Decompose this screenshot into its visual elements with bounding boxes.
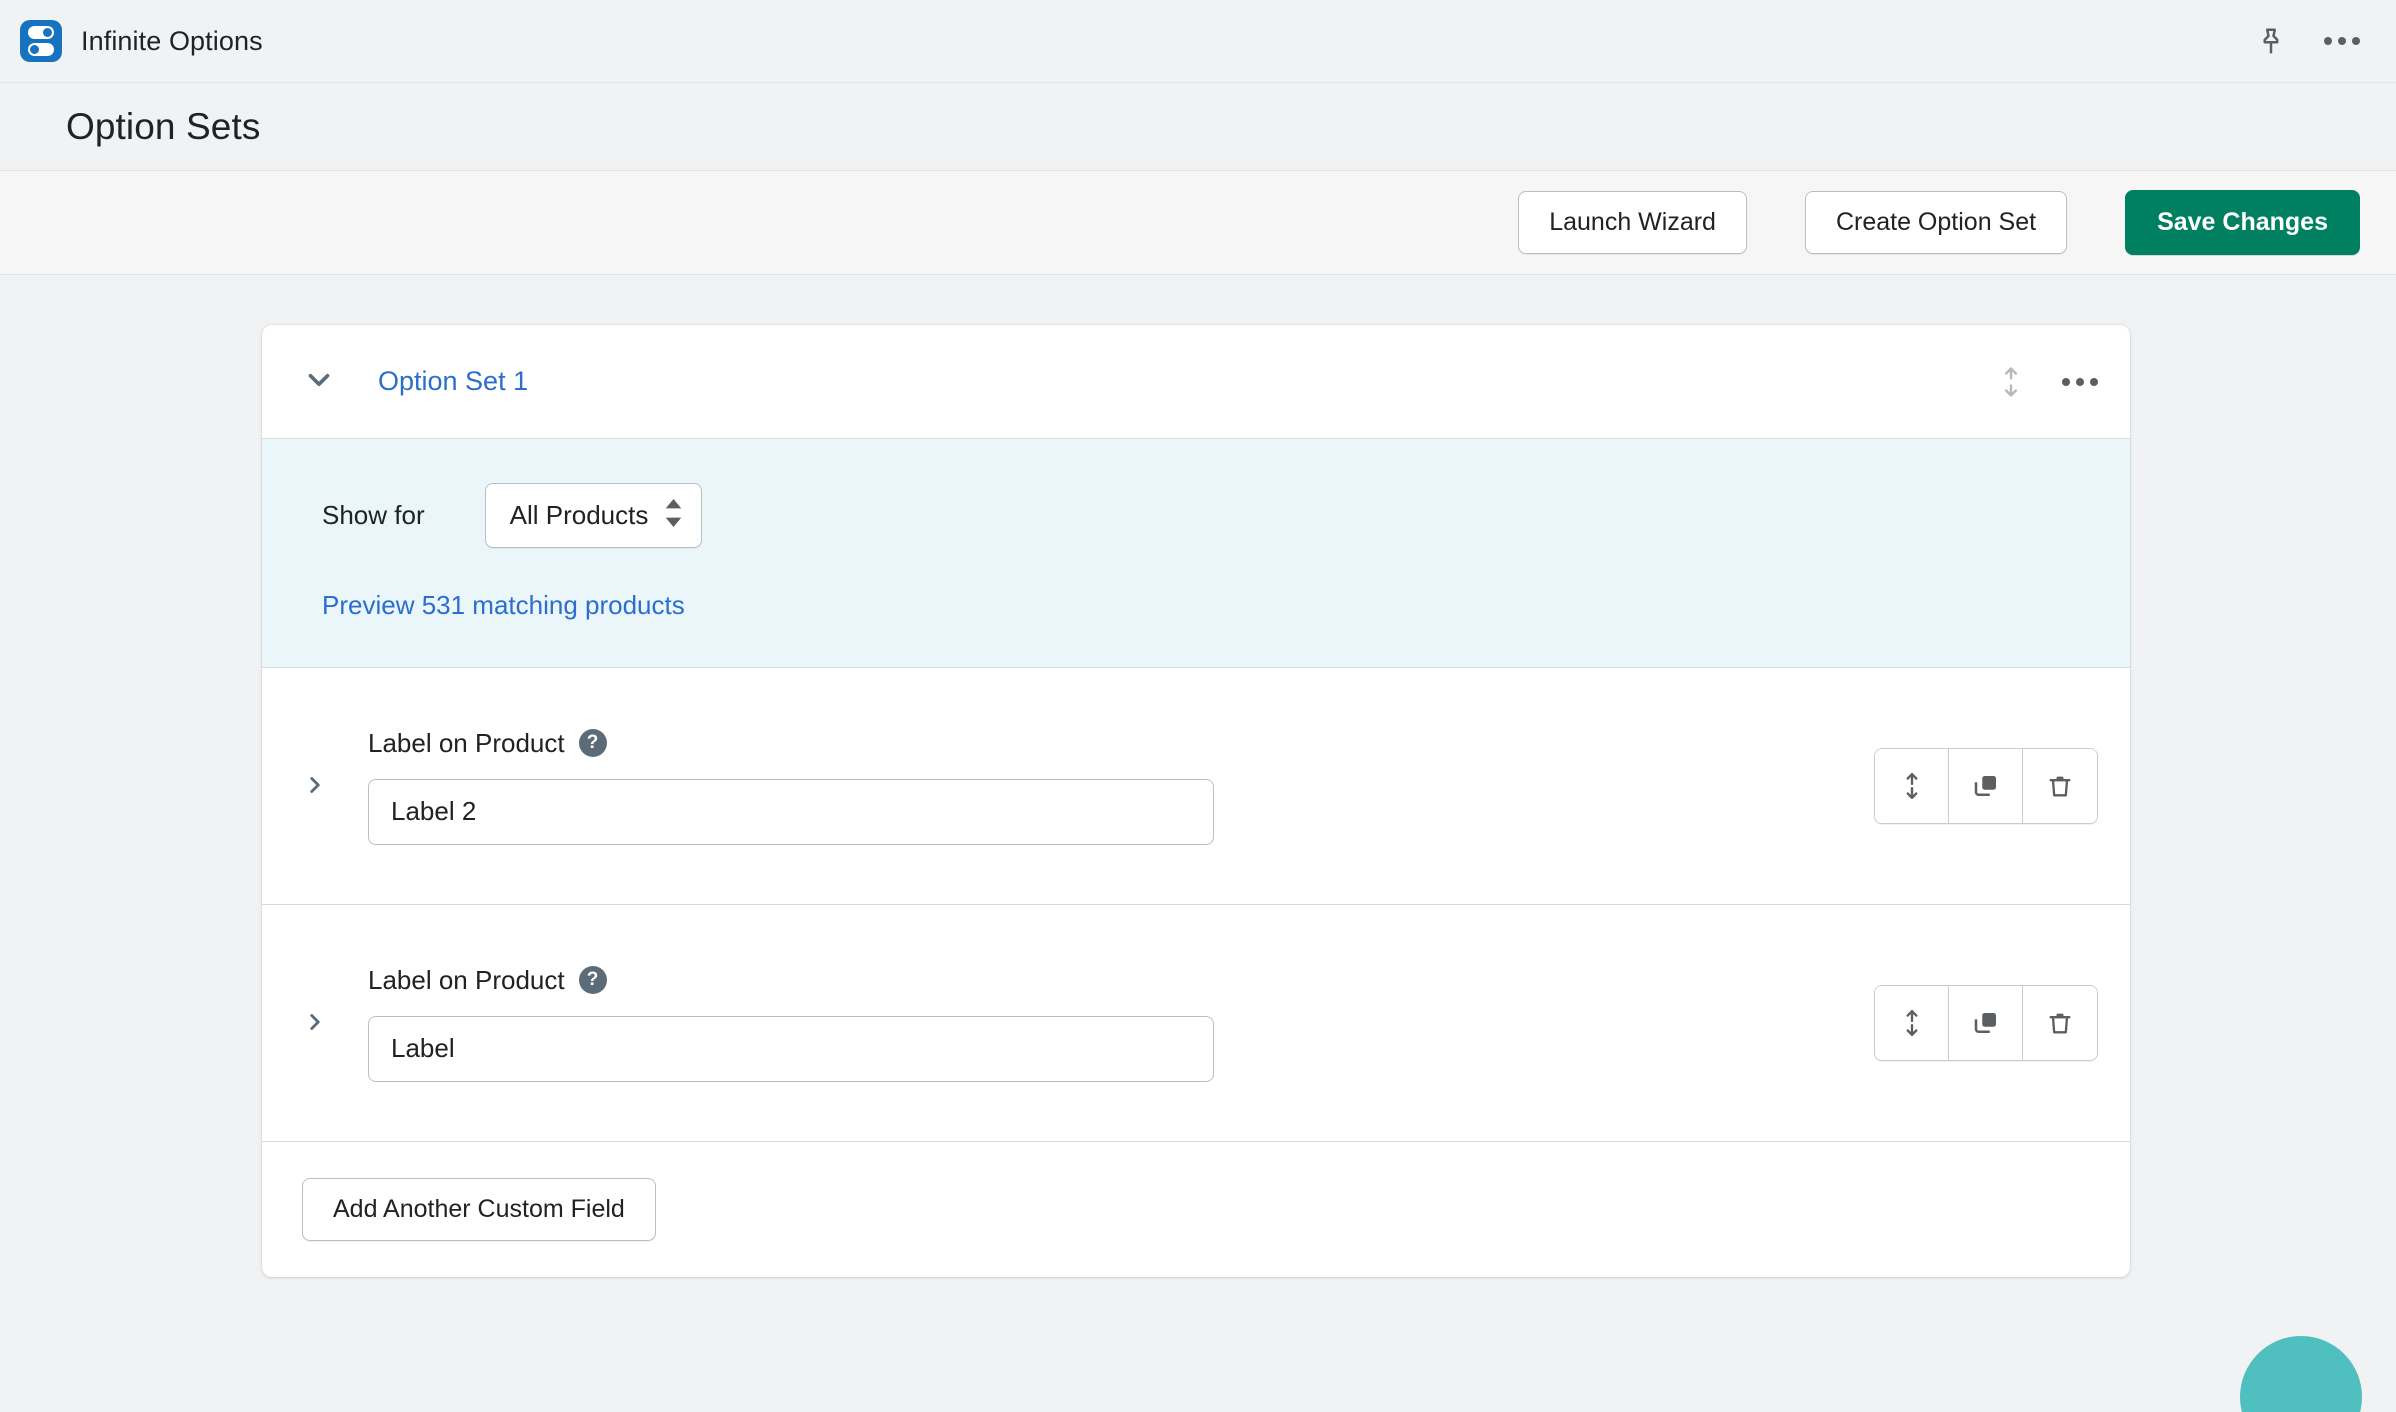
custom-field-main: Label on Product ? bbox=[368, 728, 1214, 845]
custom-field-row: Label on Product ? bbox=[262, 667, 2130, 904]
app-bar-actions bbox=[2256, 26, 2360, 56]
custom-field-actions bbox=[1874, 748, 2098, 824]
chevron-right-icon[interactable] bbox=[288, 995, 342, 1052]
delete-field-button[interactable] bbox=[2023, 986, 2097, 1060]
delete-field-button[interactable] bbox=[2023, 749, 2097, 823]
custom-field-input[interactable] bbox=[368, 779, 1214, 845]
chevron-down-icon[interactable] bbox=[288, 353, 350, 410]
duplicate-field-button[interactable] bbox=[1949, 986, 2023, 1060]
show-for-label: Show for bbox=[322, 500, 425, 531]
custom-field-row: Label on Product ? bbox=[262, 904, 2130, 1141]
custom-field-label-line: Label on Product ? bbox=[368, 965, 1214, 996]
help-circle-icon[interactable]: ? bbox=[579, 966, 607, 994]
more-horizontal-icon[interactable] bbox=[2062, 378, 2098, 386]
custom-field-label: Label on Product bbox=[368, 728, 565, 759]
show-for-section: Show for All Products Preview 531 matchi… bbox=[262, 439, 2130, 667]
logo-toggle-bottom bbox=[28, 43, 54, 56]
app-bar: Infinite Options bbox=[0, 0, 2396, 83]
reorder-field-button[interactable] bbox=[1875, 749, 1949, 823]
preview-matching-products-link[interactable]: Preview 531 matching products bbox=[322, 590, 685, 621]
option-set-card-header: Option Set 1 bbox=[262, 325, 2130, 439]
custom-field-main: Label on Product ? bbox=[368, 965, 1214, 1082]
pin-icon[interactable] bbox=[2256, 26, 2286, 56]
custom-field-input[interactable] bbox=[368, 1016, 1214, 1082]
add-another-custom-field-button[interactable]: Add Another Custom Field bbox=[302, 1178, 656, 1241]
content-area: Option Set 1 Show for All Products bbox=[0, 275, 2396, 1412]
show-for-row: Show for All Products bbox=[262, 483, 2130, 548]
page-action-bar: Launch Wizard Create Option Set Save Cha… bbox=[0, 171, 2396, 275]
option-set-title-link[interactable]: Option Set 1 bbox=[378, 366, 528, 397]
launch-wizard-button[interactable]: Launch Wizard bbox=[1518, 191, 1747, 254]
show-for-select[interactable]: All Products bbox=[485, 483, 703, 548]
create-option-set-button[interactable]: Create Option Set bbox=[1805, 191, 2067, 254]
chevron-right-icon[interactable] bbox=[288, 758, 342, 815]
app-identity: Infinite Options bbox=[20, 20, 263, 62]
page-title-bar: Option Sets bbox=[0, 83, 2396, 171]
option-set-card: Option Set 1 Show for All Products bbox=[262, 325, 2130, 1277]
more-horizontal-icon[interactable] bbox=[2324, 37, 2360, 45]
show-for-select-value: All Products bbox=[510, 500, 649, 531]
option-set-card-footer: Add Another Custom Field bbox=[262, 1141, 2130, 1277]
custom-field-label-line: Label on Product ? bbox=[368, 728, 1214, 759]
duplicate-field-button[interactable] bbox=[1949, 749, 2023, 823]
chevron-up-down-icon bbox=[664, 499, 683, 532]
help-circle-icon[interactable]: ? bbox=[579, 729, 607, 757]
reorder-field-button[interactable] bbox=[1875, 986, 1949, 1060]
logo-toggle-top bbox=[28, 26, 54, 39]
app-name: Infinite Options bbox=[81, 26, 263, 57]
infinite-options-logo bbox=[20, 20, 62, 62]
custom-field-actions bbox=[1874, 985, 2098, 1061]
custom-field-label: Label on Product bbox=[368, 965, 565, 996]
save-changes-button[interactable]: Save Changes bbox=[2125, 190, 2360, 255]
option-set-header-actions bbox=[1996, 365, 2098, 399]
page-title: Option Sets bbox=[66, 106, 260, 148]
up-down-arrows-icon[interactable] bbox=[1996, 365, 2026, 399]
